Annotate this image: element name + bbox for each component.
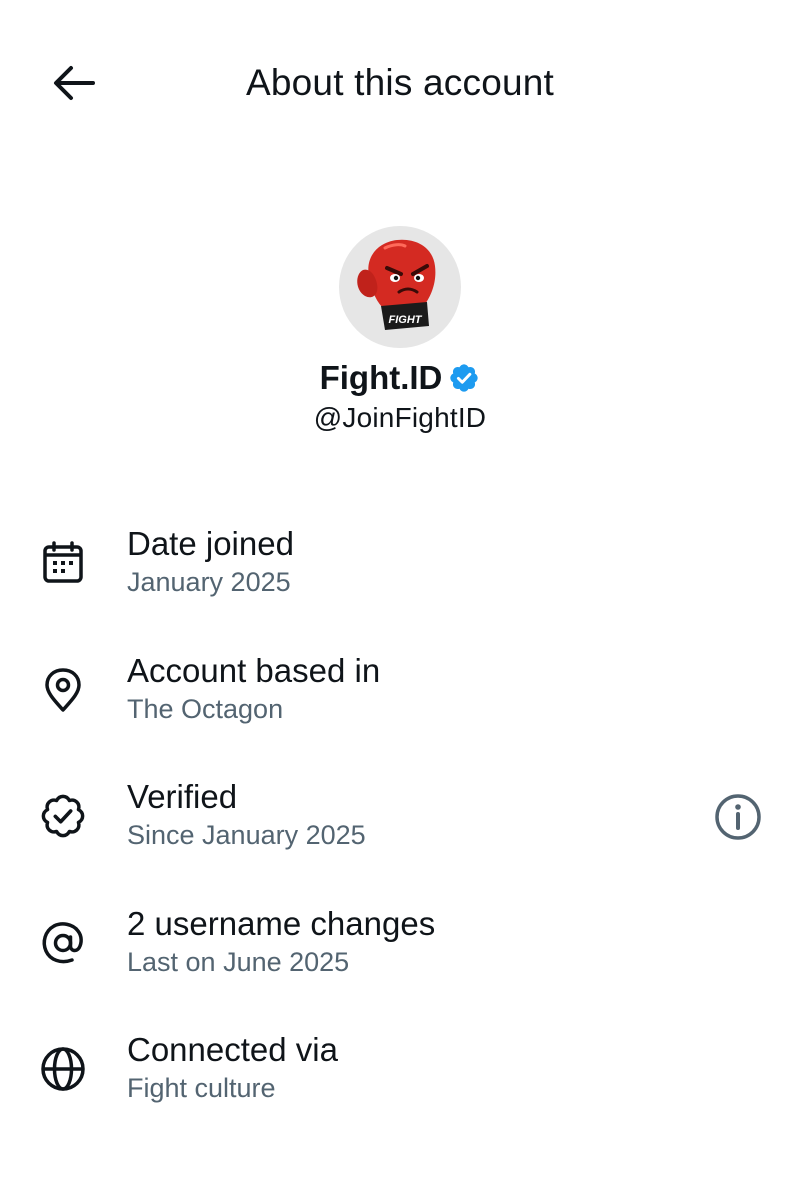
info-subtitle: Fight culture [127, 1073, 276, 1103]
info-subtitle: January 2025 [127, 567, 291, 597]
info-icon [715, 794, 761, 840]
account-handle: @JoinFightID [313, 402, 487, 433]
at-sign-icon [38, 918, 88, 968]
about-account-page: About this account FIGHT Fight.ID @JoinF… [0, 0, 800, 1200]
calendar-icon [38, 538, 88, 588]
info-title: 2 username changes [127, 904, 436, 942]
info-row-date-joined: Date joined January 2025 [0, 522, 800, 649]
info-subtitle: The Octagon [127, 693, 284, 724]
info-row-username-changes: 2 username changes Last on June 2025 [0, 902, 800, 1029]
account-info-list: Date joined January 2025 Account based i… [0, 522, 800, 1155]
verified-badge-icon [38, 791, 88, 841]
info-title: Account based in [127, 651, 381, 689]
display-name: Fight.ID [319, 359, 443, 396]
avatar-logo-text: FIGHT [389, 314, 423, 326]
header: About this account [0, 0, 800, 165]
page-title: About this account [245, 62, 555, 103]
info-subtitle: Since January 2025 [127, 820, 366, 850]
info-row-account-based-in: Account based in The Octagon [0, 649, 800, 776]
globe-icon [38, 1044, 88, 1094]
boxing-glove-icon: FIGHT [357, 239, 436, 330]
info-row-connected-via: Connected via Fight culture [0, 1028, 800, 1155]
name-row: Fight.ID [0, 356, 800, 400]
profile-section: FIGHT Fight.ID @JoinFightID [0, 226, 800, 434]
info-button[interactable] [708, 787, 768, 847]
location-pin-icon [38, 665, 88, 715]
verified-check-icon[interactable] [448, 362, 480, 394]
info-row-verified: Verified Since January 2025 [0, 775, 800, 902]
info-subtitle: Last on June 2025 [127, 946, 350, 977]
info-title: Verified [127, 778, 238, 815]
avatar[interactable]: FIGHT [339, 226, 461, 348]
info-title: Date joined [127, 525, 294, 562]
info-title: Connected via [127, 1031, 338, 1068]
